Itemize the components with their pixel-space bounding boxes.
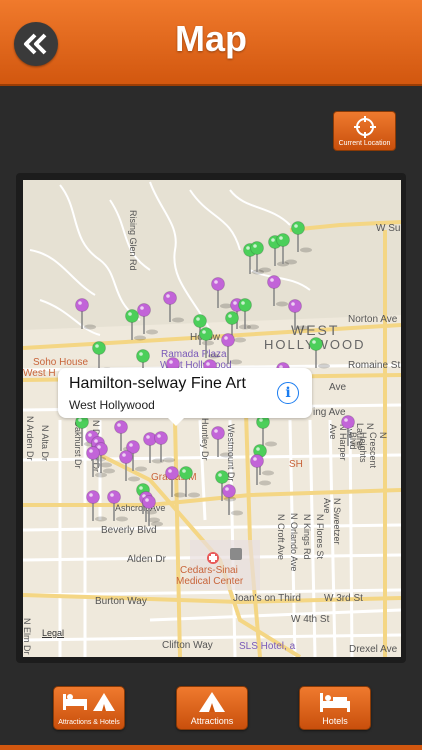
hotels-button[interactable]: Hotels (299, 686, 371, 730)
crosshair-icon (353, 116, 376, 138)
tent-icon (199, 692, 225, 712)
purple-map-pin[interactable] (137, 303, 159, 335)
attractions-hotels-button[interactable]: Attractions & Hotels (53, 686, 125, 730)
green-map-pin[interactable] (291, 221, 313, 253)
page-title: Map (175, 18, 247, 59)
info-icon[interactable]: i (277, 382, 299, 404)
callout-pointer (166, 416, 186, 426)
map-view[interactable]: W Su Rising Glen Rd Norton Ave WEST HOLL… (23, 180, 401, 657)
footer-bar (0, 745, 422, 750)
purple-map-pin[interactable] (119, 450, 141, 482)
bed-icon (320, 693, 350, 712)
header-bar: Map (0, 0, 422, 86)
purple-map-pin[interactable] (163, 291, 185, 323)
current-location-label: Current Location (338, 140, 391, 147)
attractions-button[interactable]: Attractions (176, 686, 248, 730)
green-map-pin[interactable] (276, 233, 298, 265)
green-map-pin[interactable] (256, 415, 278, 447)
purple-map-pin[interactable] (211, 277, 233, 309)
callout-title: Hamilton-selway Fine Art (69, 375, 246, 392)
purple-map-pin[interactable] (107, 490, 129, 522)
green-map-pin[interactable] (238, 298, 260, 330)
current-location-button[interactable]: Current Location (333, 111, 396, 151)
purple-map-pin[interactable] (154, 431, 176, 463)
bed-tent-icon (63, 693, 115, 711)
hotels-label: Hotels (322, 716, 348, 726)
purple-map-pin[interactable] (288, 299, 310, 331)
callout-subtitle: West Hollywood (69, 398, 155, 412)
purple-map-pin[interactable] (75, 298, 97, 330)
map-pins (75, 221, 363, 527)
attractions-label: Attractions (190, 716, 234, 726)
purple-map-pin[interactable] (341, 415, 363, 447)
attractions-hotels-label: Attractions & Hotels (58, 719, 120, 726)
green-map-pin[interactable] (250, 241, 272, 273)
green-map-pin[interactable] (309, 337, 331, 369)
purple-map-pin[interactable] (211, 426, 233, 458)
purple-map-pin[interactable] (86, 490, 108, 522)
map-callout[interactable]: Hamilton-selway Fine Art West Hollywood … (58, 368, 312, 426)
purple-map-pin[interactable] (267, 275, 289, 307)
